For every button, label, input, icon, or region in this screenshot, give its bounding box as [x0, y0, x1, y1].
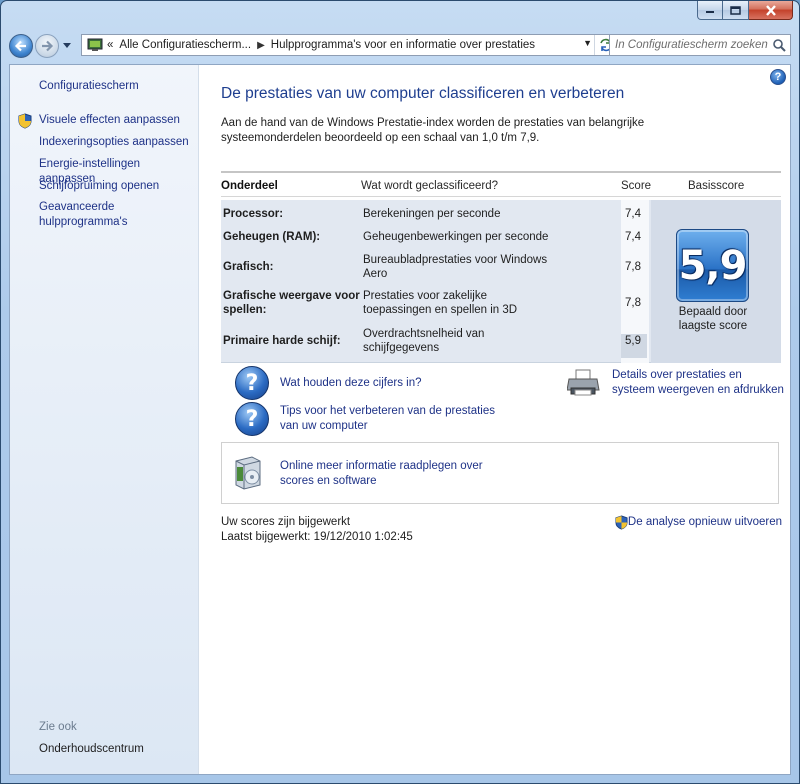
- uac-shield-icon: [615, 515, 628, 530]
- base-score-caption: Bepaald door laagste score: [678, 306, 748, 332]
- row-rated: Overdrachtsnelheid van schijfgegevens: [363, 328, 485, 354]
- close-icon: [765, 4, 776, 16]
- sidebar-item-control-panel-home[interactable]: Configuratiescherm: [39, 79, 139, 94]
- breadcrumb-item[interactable]: Hulpprogramma's voor en informatie over …: [271, 39, 535, 51]
- minimize-icon: [706, 11, 714, 13]
- search-icon[interactable]: [772, 38, 786, 52]
- last-updated: Laatst bijgewerkt: 19/12/2010 1:02:45: [221, 531, 413, 543]
- back-button[interactable]: [9, 34, 33, 58]
- header-base-score: Basisscore: [688, 180, 745, 192]
- see-also-heading: Zie ook: [39, 721, 77, 733]
- status-text: Uw scores zijn bijgewerkt Laatst bijgewe…: [221, 515, 413, 545]
- search-input[interactable]: In Configuratiescherm zoeken: [609, 34, 791, 56]
- sidebar: Configuratiescherm Visuele effecten aanp…: [10, 65, 199, 774]
- main-panel: ? De prestaties van uw computer classifi…: [200, 65, 790, 774]
- printer-icon: [567, 369, 600, 396]
- header-score: Score: [621, 180, 652, 192]
- arrow-left-icon: [14, 40, 26, 52]
- chevron-right-icon[interactable]: ▶: [257, 40, 265, 51]
- question-icon: ?: [235, 366, 269, 400]
- forward-button[interactable]: [35, 34, 59, 58]
- table-header: Onderdeel Wat wordt geclassificeerd? Sco…: [221, 171, 781, 197]
- row-score: 7,8: [625, 261, 641, 273]
- address-overflow[interactable]: «: [107, 39, 113, 51]
- row-score: 7,4: [625, 231, 641, 243]
- minimize-button[interactable]: [697, 1, 723, 20]
- question-icon: ?: [235, 402, 269, 436]
- row-rated: Berekeningen per seconde: [363, 208, 501, 220]
- arrow-right-icon: [42, 40, 54, 52]
- address-dropdown-icon[interactable]: ▼: [583, 38, 592, 48]
- row-rated: Geheugenbewerkingen per seconde: [363, 231, 549, 243]
- header-rated: Wat wordt geclassificeerd?: [361, 180, 498, 192]
- control-panel-icon: [87, 38, 103, 51]
- uac-shield-icon: [18, 113, 32, 129]
- row-score: 5,9: [625, 335, 641, 347]
- window: « Alle Configuratiescherm... ▶ Hulpprogr…: [0, 0, 800, 784]
- row-score: 7,4: [625, 208, 641, 220]
- row-rated: Bureaubladprestaties voor Windows Aero: [363, 254, 548, 280]
- navigation-bar: « Alle Configuratiescherm... ▶ Hulpprogr…: [9, 31, 791, 61]
- rerun-assessment[interactable]: De analyse opnieuw uitvoeren: [615, 515, 782, 530]
- table-body: Processor: Berekeningen per seconde 7,4 …: [221, 200, 781, 363]
- row-component: Primaire harde schijf:: [223, 335, 341, 347]
- sidebar-item-visual-effects[interactable]: Visuele effecten aanpassen: [39, 113, 180, 128]
- help-icon[interactable]: ?: [770, 69, 786, 85]
- online-info-link[interactable]: Online meer informatie raadplegen over s…: [280, 459, 500, 489]
- sidebar-item-advanced-tools[interactable]: Geavanceerde hulpprogramma's: [39, 200, 149, 230]
- breadcrumb-item[interactable]: Alle Configuratiescherm...: [119, 39, 251, 51]
- page-title: De prestaties van uw computer classifice…: [221, 85, 625, 102]
- scores-updated: Uw scores zijn bijgewerkt: [221, 516, 351, 528]
- close-button[interactable]: [749, 1, 793, 20]
- header-component: Onderdeel: [221, 180, 278, 192]
- row-component: Grafische weergave voor spellen:: [223, 290, 360, 316]
- base-score-value: 5,9: [678, 242, 748, 289]
- search-placeholder: In Configuratiescherm zoeken: [615, 39, 768, 51]
- tips-link[interactable]: Tips voor het verbeteren van de prestati…: [280, 404, 500, 434]
- recent-pages-button[interactable]: [62, 43, 72, 49]
- intro-text: Aan de hand van de Windows Prestatie-ind…: [221, 117, 645, 144]
- caption-buttons: [697, 1, 793, 20]
- numbers-meaning-link[interactable]: Wat houden deze cijfers in?: [280, 376, 422, 391]
- base-score-badge: 5,9: [676, 229, 749, 302]
- sidebar-item-indexing-options[interactable]: Indexeringsopties aanpassen: [39, 135, 189, 150]
- maximize-button[interactable]: [723, 1, 749, 20]
- row-rated: Prestaties voor zakelijke toepassingen e…: [363, 290, 518, 316]
- online-info-box: Online meer informatie raadplegen over s…: [221, 442, 779, 504]
- software-box-icon: [235, 456, 261, 490]
- content-area: Configuratiescherm Visuele effecten aanp…: [9, 64, 791, 775]
- row-component: Grafisch:: [223, 261, 274, 273]
- chevron-down-icon: [63, 43, 71, 48]
- address-bar[interactable]: « Alle Configuratiescherm... ▶ Hulpprogr…: [81, 34, 617, 56]
- score-table: Onderdeel Wat wordt geclassificeerd? Sco…: [221, 171, 781, 363]
- sidebar-item-disk-cleanup[interactable]: Schijfopruiming openen: [39, 179, 159, 194]
- row-score: 7,8: [625, 297, 641, 309]
- rerun-assessment-link[interactable]: De analyse opnieuw uitvoeren: [628, 515, 782, 530]
- maximize-icon: [730, 5, 741, 15]
- row-component: Processor:: [223, 208, 284, 220]
- sidebar-item-action-center[interactable]: Onderhoudscentrum: [39, 742, 144, 757]
- row-component: Geheugen (RAM):: [223, 231, 321, 243]
- details-print-link[interactable]: Details over prestaties en systeem weerg…: [612, 368, 784, 398]
